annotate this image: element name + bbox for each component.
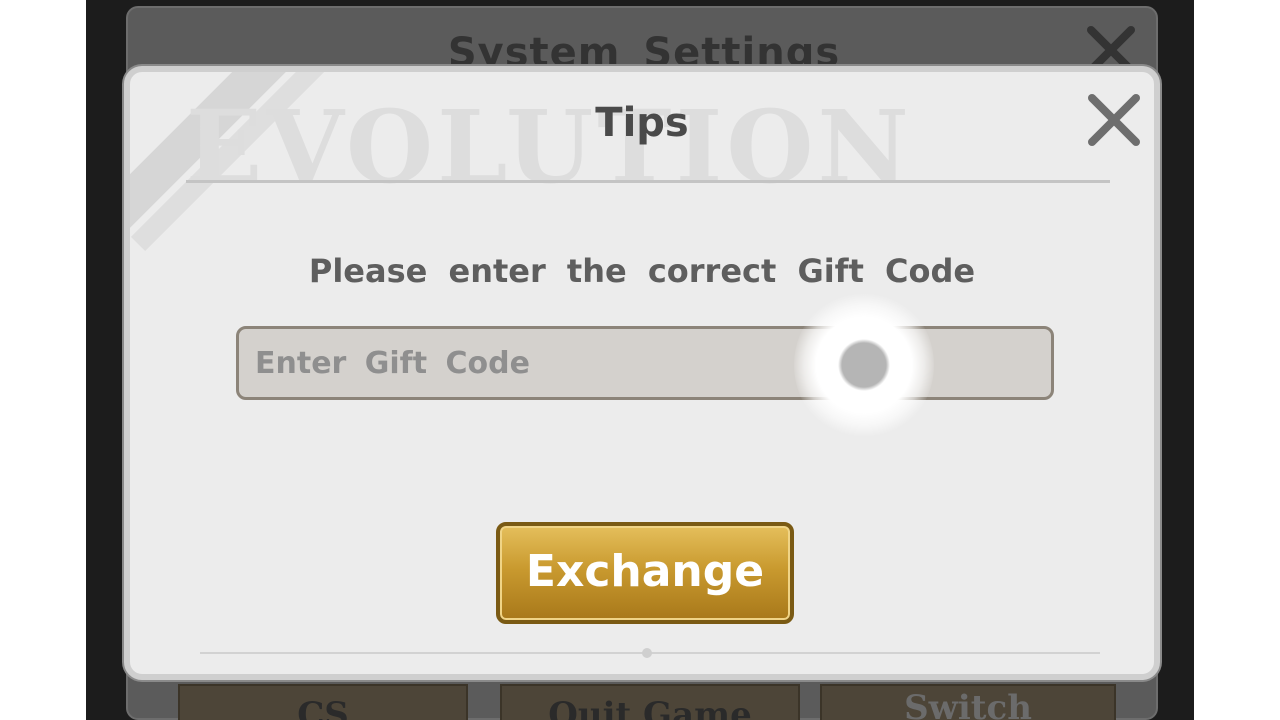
dialog-title: Tips <box>595 100 689 146</box>
tips-dialog: EVOLUTION Tips Please enter the correct … <box>124 66 1160 680</box>
bottom-divider-dot <box>642 648 652 658</box>
cs-button[interactable]: CS <box>178 684 468 720</box>
quit-game-button[interactable]: Quit Game <box>500 684 800 720</box>
title-divider <box>186 180 1110 183</box>
screen: System Settings CS Quit Game Switch EVOL… <box>0 0 1280 720</box>
exchange-button[interactable]: Exchange <box>496 522 794 624</box>
close-icon[interactable] <box>1082 88 1146 152</box>
gift-code-input[interactable] <box>236 326 1054 400</box>
gift-code-prompt: Please enter the correct Gift Code <box>308 252 976 290</box>
switch-button[interactable]: Switch <box>820 684 1116 720</box>
